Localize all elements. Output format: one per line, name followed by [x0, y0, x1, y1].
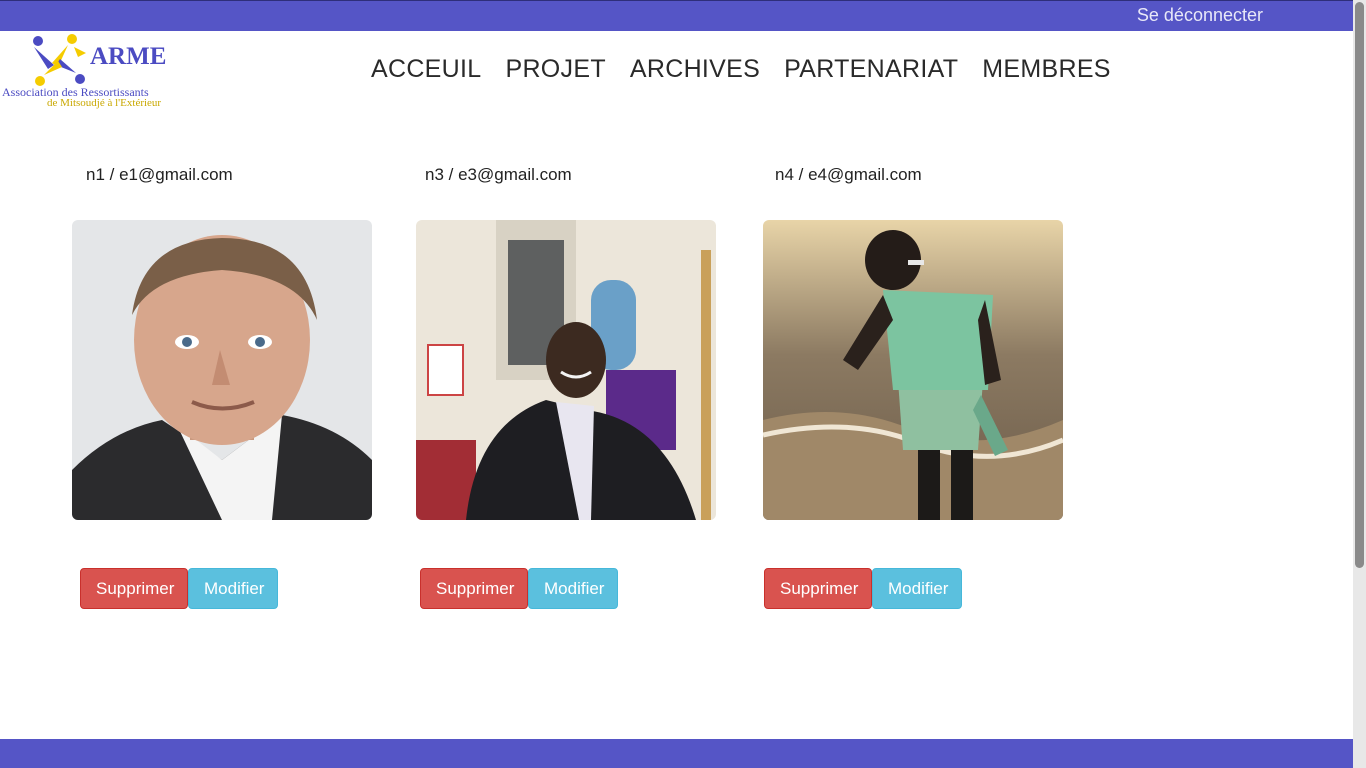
logo-tagline-2: de Mitsoudjé à l'Extérieur — [47, 97, 162, 109]
member-actions: Supprimer Modifier — [764, 568, 962, 609]
page-scrollbar[interactable] — [1353, 0, 1366, 768]
member-info: n1 / e1@gmail.com — [86, 165, 233, 185]
member-actions: Supprimer Modifier — [80, 568, 278, 609]
member-name: n3 — [425, 165, 444, 184]
portrait-church-photo-icon — [416, 220, 716, 520]
delete-button[interactable]: Supprimer — [764, 568, 872, 609]
edit-button[interactable]: Modifier — [872, 568, 962, 609]
logo-figures-icon — [33, 34, 86, 86]
logout-link[interactable]: Se déconnecter — [1137, 5, 1263, 26]
edit-button[interactable]: Modifier — [188, 568, 278, 609]
member-info: n3 / e3@gmail.com — [425, 165, 572, 185]
portrait-man-photo-icon — [72, 220, 372, 520]
footer-bar — [0, 739, 1353, 768]
member-email: e4@gmail.com — [808, 165, 922, 184]
member-separator: / — [793, 165, 809, 184]
member-name: n4 — [775, 165, 794, 184]
member-name: n1 — [86, 165, 105, 184]
member-photo — [763, 220, 1063, 520]
nav-accueil[interactable]: ACCEUIL — [371, 55, 481, 84]
logo[interactable]: ARME Association des Ressortissants de M… — [0, 33, 178, 111]
scrollbar-thumb[interactable] — [1355, 2, 1364, 568]
member-info: n4 / e4@gmail.com — [775, 165, 922, 185]
edit-button[interactable]: Modifier — [528, 568, 618, 609]
nav-archives[interactable]: ARCHIVES — [630, 55, 760, 84]
nav-projet[interactable]: PROJET — [505, 55, 605, 84]
member-separator: / — [104, 165, 120, 184]
member-actions: Supprimer Modifier — [420, 568, 618, 609]
delete-button[interactable]: Supprimer — [420, 568, 528, 609]
delete-button[interactable]: Supprimer — [80, 568, 188, 609]
nav-membres[interactable]: MEMBRES — [982, 55, 1111, 84]
member-photo — [72, 220, 372, 520]
member-photo — [416, 220, 716, 520]
beach-photo-icon — [763, 220, 1063, 520]
nav-partenariat[interactable]: PARTENARIAT — [784, 55, 958, 84]
main-nav: ACCEUIL PROJET ARCHIVES PARTENARIAT MEMB… — [371, 55, 1111, 84]
top-bar: Se déconnecter — [0, 0, 1353, 31]
member-separator: / — [443, 165, 459, 184]
logo-wordmark: ARME — [90, 43, 167, 70]
member-email: e1@gmail.com — [119, 165, 233, 184]
member-email: e3@gmail.com — [458, 165, 572, 184]
